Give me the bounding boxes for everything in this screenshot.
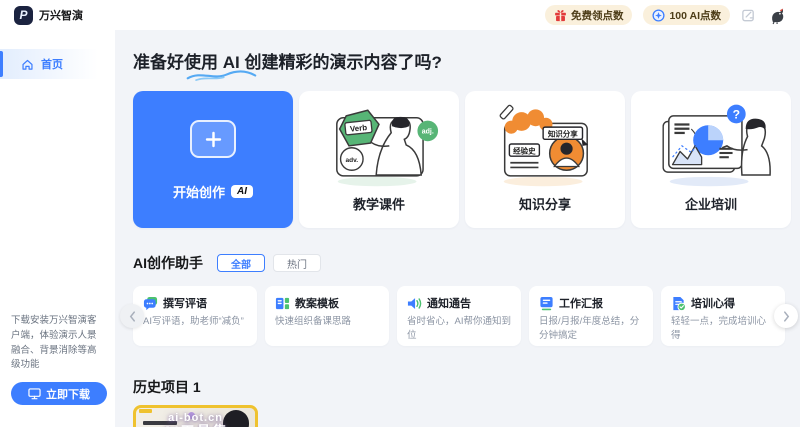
assistant-card-title: 通知通告 [427,295,471,311]
carousel-right-button[interactable] [774,304,798,328]
assistant-card-title: 教案模板 [295,295,339,311]
scene-card-knowledge[interactable]: 知识分享 经验史 知识分享 [465,91,625,228]
assistant-card-desc: 快速组织备课思路 [275,315,379,329]
assistant-card-lesson-template[interactable]: 教案模板 快速组织备课思路 [265,286,389,346]
scene-card-teaching[interactable]: Verb adv. adj. 教学课件 [299,91,459,228]
topbar: P 万兴智演 免费领点数 100 AI点数 [0,0,800,30]
assistant-card-desc: 省时省心，AI帮你通知到位 [407,315,511,343]
tab-hot[interactable]: 热门 [273,254,321,272]
coin-icon [652,9,665,22]
download-promo-text: 下载安装万兴智演客户端，体验演示人景融合、背景消除等高级功能 [11,314,104,373]
thumbnail-watermark: ai-bot.cn AI工具集 [136,412,255,427]
history-project-thumbnail[interactable]: ai-bot.cn AI工具集 [133,405,258,427]
checklist-icon [671,296,686,311]
training-illustration: ? [650,99,772,189]
tag-verb: Verb [349,123,367,134]
ai-badge: AI [231,185,253,198]
assistant-card-desc: 日报/月报/年度总结，分分钟搞定 [539,315,643,343]
topbar-actions: 免费领点数 100 AI点数 [545,5,786,25]
avatar[interactable] [767,6,786,25]
home-icon [21,58,34,71]
page-title: 准备好使用 AI 创建精彩的演示内容了吗? [133,48,442,73]
question-bubble: ? [733,108,740,122]
history-heading: 历史项目 1 [133,377,800,397]
monitor-icon [28,388,41,400]
assistant-card-title: 工作汇报 [559,295,603,311]
knowledge-illustration: 知识分享 经验史 [484,99,606,189]
teaching-illustration: Verb adv. adj. [318,99,440,189]
template-icon [275,296,290,311]
sidebar: 首页 下载安装万兴智演客户端，体验演示人景融合、背景消除等高级功能 立即下载 [0,30,115,427]
assistant-card-title: 培训心得 [691,295,735,311]
assistant-card-title: 撰写评语 [163,295,207,311]
assistant-card-comments[interactable]: 撰写评语 AI写评语，助老师“减负” [133,286,257,346]
tag-adv: adv. [346,157,359,164]
tag-experience: 经验史 [513,145,536,155]
assistant-card-row: 撰写评语 AI写评语，助老师“减负” 教案模板 快速组织备课思路 [133,286,785,346]
page-title-text: 准备好使用 AI 创建精彩的演示内容了吗? [133,53,442,72]
report-icon [539,296,554,311]
sidebar-item-label: 首页 [41,56,63,72]
scene-card-label: 企业培训 [685,194,737,213]
assistant-card-desc: 轻轻一点，完成培训心得 [671,315,775,343]
comment-icon [143,296,158,311]
carousel-left-button[interactable] [120,304,144,328]
download-button-label: 立即下载 [46,386,90,402]
scene-card-label: 知识分享 [519,194,571,213]
feedback-icon[interactable] [741,8,756,23]
speaker-icon [407,296,422,311]
app-logo-icon: P [14,6,33,25]
assistant-card-notice[interactable]: 通知通告 省时省心，AI帮你通知到位 [397,286,521,346]
assistant-card-training-notes[interactable]: 培训心得 轻轻一点，完成培训心得 [661,286,785,346]
scene-card-label: 教学课件 [353,194,405,213]
brand: P 万兴智演 [14,6,83,25]
ai-points-label: 100 AI点数 [669,8,721,23]
assistant-card-desc: AI写评语，助老师“减负” [143,315,247,329]
download-promo: 下载安装万兴智演客户端，体验演示人景融合、背景消除等高级功能 立即下载 [11,314,104,405]
download-button[interactable]: 立即下载 [11,382,107,405]
brand-name: 万兴智演 [39,7,83,23]
free-points-button[interactable]: 免费领点数 [545,5,633,25]
tag-knowledge-share: 知识分享 [548,129,578,139]
gift-icon [554,9,567,22]
main-content: 准备好使用 AI 创建精彩的演示内容了吗? 开始创作 AI [115,30,800,427]
tag-adj: adj. [422,129,434,136]
free-points-label: 免费领点数 [571,8,624,23]
assistant-heading: AI创作助手 [133,253,203,273]
plus-icon [190,120,236,158]
sidebar-item-home[interactable]: 首页 [0,49,115,79]
scene-card-row: 开始创作 AI Verb adv. [133,91,800,228]
assistant-tabs: 全部 热门 [217,254,321,272]
ai-points-button[interactable]: 100 AI点数 [643,5,730,25]
tab-all[interactable]: 全部 [217,254,265,272]
create-presentation-card[interactable]: 开始创作 AI [133,91,293,228]
assistant-card-work-report[interactable]: 工作汇报 日报/月报/年度总结，分分钟搞定 [529,286,653,346]
assistant-header: AI创作助手 全部 热门 [133,253,800,273]
title-underline-swoosh [184,69,258,82]
create-card-label: 开始创作 [173,182,225,201]
scene-card-training[interactable]: ? 企业培训 [631,91,791,228]
